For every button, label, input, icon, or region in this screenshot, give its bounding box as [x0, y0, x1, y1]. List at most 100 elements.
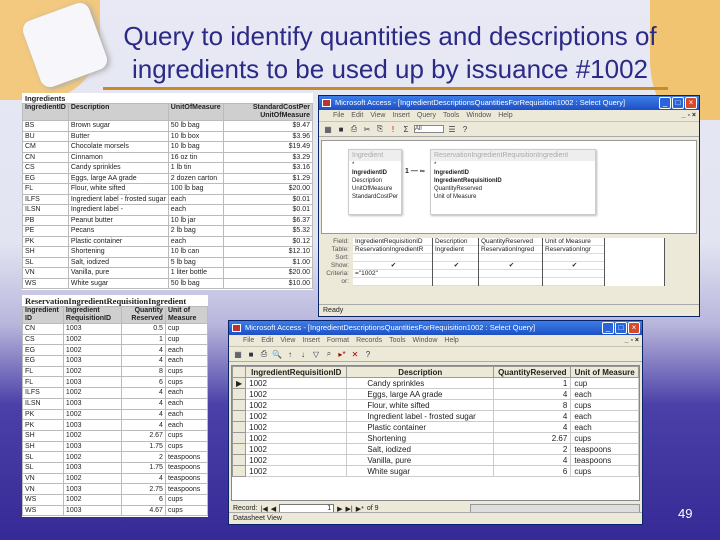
- grid-cell[interactable]: Description: [433, 238, 478, 246]
- grid-cell[interactable]: [479, 270, 542, 278]
- preview-icon[interactable]: 🔍: [272, 350, 282, 359]
- menu-item[interactable]: Format: [327, 335, 349, 346]
- table-row[interactable]: 1002 White sugar 6 cups: [231, 465, 639, 477]
- filter-icon[interactable]: ▽: [311, 350, 321, 359]
- menu-item[interactable]: View: [370, 110, 385, 121]
- grid-cell[interactable]: ReservationIngredientR: [353, 246, 432, 254]
- grid-column: QuantityReserved ReservationIngred ✔: [479, 238, 543, 286]
- menu-item[interactable]: Insert: [392, 110, 410, 121]
- grid-cell[interactable]: ✔: [433, 262, 478, 270]
- grid-cell[interactable]: [433, 278, 478, 286]
- menu-item[interactable]: View: [280, 335, 295, 346]
- field-item[interactable]: Description: [349, 177, 401, 185]
- menu-item[interactable]: File: [243, 335, 254, 346]
- grid-cell[interactable]: [543, 270, 604, 278]
- mdi-controls[interactable]: _ ▫ ×: [682, 110, 696, 122]
- copy-icon[interactable]: ⎘: [375, 124, 385, 134]
- menu-item[interactable]: Help: [444, 335, 458, 346]
- table-row: FL Flour, white sifted 100 lb bag $20.00: [22, 183, 314, 195]
- menu-item[interactable]: Records: [356, 335, 382, 346]
- grid-cell[interactable]: [433, 270, 478, 278]
- sort-asc-icon[interactable]: ↑: [285, 350, 295, 359]
- grid-cell[interactable]: [479, 278, 542, 286]
- table-row[interactable]: 1002 Eggs, large AA grade 4 each: [231, 388, 639, 400]
- table-row[interactable]: 1002 Salt, iodized 2 teaspoons: [231, 443, 639, 455]
- menu-item[interactable]: Query: [417, 110, 436, 121]
- minimize-button[interactable]: _: [602, 322, 614, 334]
- close-button[interactable]: ×: [628, 322, 640, 334]
- top-values-select[interactable]: All: [414, 125, 444, 133]
- grid-cell[interactable]: [353, 278, 432, 286]
- grid-cell[interactable]: ReservationIngred: [479, 246, 542, 254]
- table-row: VN Vanilla, pure 1 liter bottle $20.00: [22, 267, 314, 279]
- grid-cell[interactable]: IngredientRequisitionID: [353, 238, 432, 246]
- save-icon[interactable]: ■: [246, 350, 256, 359]
- field-item[interactable]: *: [431, 161, 595, 169]
- sort-desc-icon[interactable]: ↓: [298, 350, 308, 359]
- new-record-icon[interactable]: ▸*: [337, 350, 347, 359]
- field-item[interactable]: QuantityReserved: [431, 185, 595, 193]
- table-box-ingredient[interactable]: Ingredient * IngredientID Description UnitOf…: [348, 149, 402, 215]
- table-row[interactable]: 1002 Plastic container 4 each: [231, 421, 639, 433]
- delete-record-icon[interactable]: ✕: [350, 350, 360, 359]
- mdi-controls[interactable]: _ ▫ ×: [625, 335, 639, 347]
- table-box-reservation[interactable]: ReservationIngredientRequisitionIngredie…: [430, 149, 596, 215]
- maximize-button[interactable]: □: [672, 97, 684, 109]
- field-item[interactable]: StandardCostPer: [349, 193, 401, 201]
- table-row[interactable]: 1002 Ingredient label - frosted sugar 4 eac…: [231, 410, 639, 422]
- table-row[interactable]: 1002 Shortening 2.67 cups: [231, 432, 639, 444]
- menu-item[interactable]: Window: [466, 110, 491, 121]
- field-item[interactable]: IngredientID: [431, 169, 595, 177]
- save-icon[interactable]: ■: [336, 125, 346, 134]
- grid-cell[interactable]: Unit of Measure: [543, 238, 604, 246]
- grid-cell[interactable]: QuantityReserved: [479, 238, 542, 246]
- table-cell: each: [167, 235, 224, 247]
- table-row[interactable]: 1002 Vanilla, pure 4 teaspoons: [231, 454, 639, 466]
- close-button[interactable]: ×: [685, 97, 697, 109]
- help-icon[interactable]: ?: [460, 125, 470, 134]
- properties-icon[interactable]: ☰: [447, 125, 457, 134]
- table-row: PE Pecans 2 lb bag $5.32: [22, 225, 314, 237]
- table-cell: 8: [493, 399, 572, 411]
- find-icon[interactable]: ⌕: [324, 349, 334, 359]
- menu-item[interactable]: File: [333, 110, 344, 121]
- field-item[interactable]: *: [349, 161, 401, 169]
- grid-cell[interactable]: ✔: [353, 262, 432, 270]
- grid-cell[interactable]: Ingredient: [433, 246, 478, 254]
- grid-cell[interactable]: ="1002": [353, 270, 432, 278]
- print-icon[interactable]: ⎙: [349, 124, 359, 134]
- minimize-button[interactable]: _: [659, 97, 671, 109]
- menu-item[interactable]: Tools: [443, 110, 459, 121]
- grid-cell[interactable]: [543, 254, 604, 262]
- menu-item[interactable]: Tools: [389, 335, 405, 346]
- grid-cell[interactable]: [433, 254, 478, 262]
- table-row[interactable]: ▶ 1002 Candy sprinkles 1 cup: [231, 377, 639, 389]
- cut-icon[interactable]: ✂: [362, 125, 372, 134]
- help-icon[interactable]: ?: [363, 350, 373, 359]
- grid-cell[interactable]: [353, 254, 432, 262]
- grid-cell[interactable]: [543, 278, 604, 286]
- menu-item[interactable]: Edit: [261, 335, 273, 346]
- field-item[interactable]: IngredientRequisitionID: [431, 177, 595, 185]
- menu-item[interactable]: Edit: [351, 110, 363, 121]
- grid-cell[interactable]: ReservationIngr: [543, 246, 604, 254]
- print-icon[interactable]: ⎙: [259, 349, 269, 359]
- run-icon[interactable]: !: [388, 125, 398, 134]
- grid-cell[interactable]: [479, 254, 542, 262]
- table-row: SH Shortening 10 lb can $12.10: [22, 246, 314, 258]
- grid-cell[interactable]: ✔: [543, 262, 604, 270]
- table-cell: 1003: [62, 419, 123, 431]
- grid-cell[interactable]: ✔: [479, 262, 542, 270]
- totals-icon[interactable]: Σ: [401, 125, 411, 134]
- menu-item[interactable]: Help: [498, 110, 512, 121]
- table-cell: each: [570, 410, 639, 422]
- view-icon[interactable]: ▦: [233, 350, 243, 359]
- field-item[interactable]: UnitOfMeasure: [349, 185, 401, 193]
- maximize-button[interactable]: □: [615, 322, 627, 334]
- field-item[interactable]: IngredientID: [349, 169, 401, 177]
- view-icon[interactable]: ▦: [323, 125, 333, 134]
- menu-item[interactable]: Insert: [302, 335, 320, 346]
- field-item[interactable]: Unit of Measure: [431, 193, 595, 201]
- table-row[interactable]: 1002 Flour, white sifted 8 cups: [231, 399, 639, 411]
- menu-item[interactable]: Window: [413, 335, 438, 346]
